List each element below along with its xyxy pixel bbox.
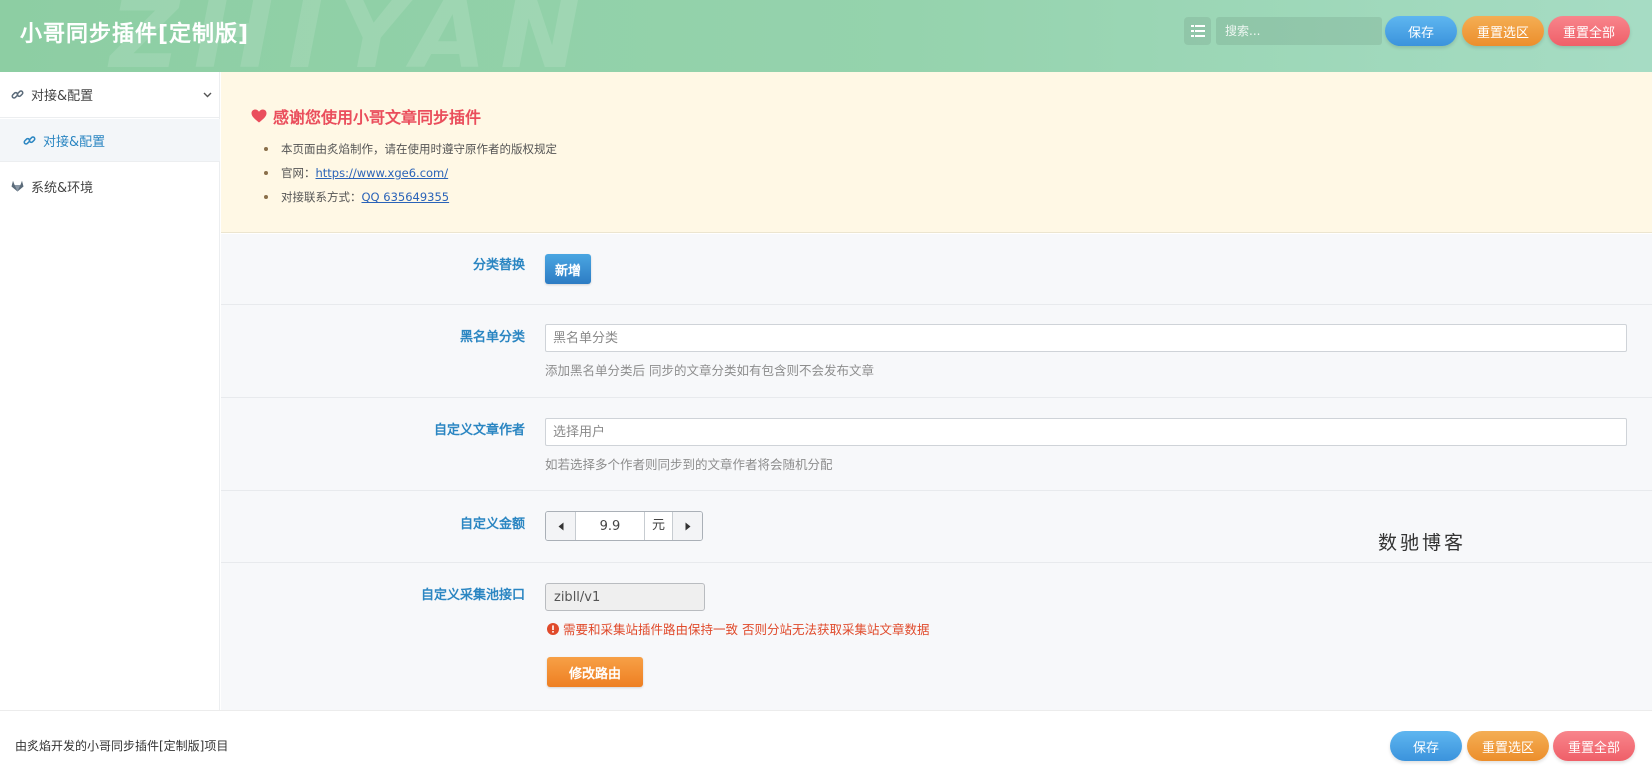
sidebar-subitem-integration[interactable]: 对接&配置 — [0, 119, 220, 162]
reset-section-button[interactable]: 重置选区 — [1462, 16, 1544, 46]
modify-route-button[interactable]: 修改路由 — [547, 657, 643, 687]
sidebar-item-label: 对接&配置 — [31, 89, 94, 104]
add-category-button[interactable]: 新增 — [545, 254, 591, 284]
gitlab-icon — [11, 180, 24, 192]
increment-button[interactable] — [673, 512, 702, 540]
form-row-blacklist: 黑名单分类 添加黑名单分类后 同步的文章分类如有包含则不会发布文章 — [221, 305, 1652, 398]
sidebar-item-integration[interactable]: 对接&配置 — [0, 72, 220, 118]
list-icon — [1190, 25, 1205, 37]
banner-website-label: 官网： — [281, 166, 316, 180]
footer-save-button[interactable]: 保存 — [1390, 731, 1462, 761]
reset-all-button[interactable]: 重置全部 — [1548, 16, 1630, 46]
amount-input[interactable] — [575, 512, 645, 540]
save-button[interactable]: 保存 — [1385, 16, 1457, 46]
blacklist-category-input[interactable] — [545, 324, 1627, 352]
website-link[interactable]: https://www.xge6.com/ — [316, 166, 449, 180]
banner-copyright-note: 本页面由炙焰制作，请在使用时遵守原作者的版权规定 — [281, 142, 557, 156]
collection-route-input[interactable] — [545, 583, 705, 611]
footer-credit: 由炙焰开发的小哥同步插件[定制版]项目 — [15, 739, 229, 753]
link-icon — [11, 88, 24, 101]
sidebar-item-label: 对接&配置 — [43, 134, 106, 150]
field-help: 如若选择多个作者则同步到的文章作者将会随机分配 — [545, 457, 833, 472]
list-item: 本页面由炙焰制作，请在使用时遵守原作者的版权规定 — [264, 137, 557, 161]
banner-contact-label: 对接联系方式： — [281, 190, 362, 204]
banner-list: 本页面由炙焰制作，请在使用时遵守原作者的版权规定 官网：https://www.… — [264, 137, 557, 209]
blog-watermark-text: 数驰博客 — [1378, 532, 1467, 554]
banner-title-text: 感谢您使用小哥文章同步插件 — [273, 108, 482, 127]
amount-stepper: 元 — [545, 511, 703, 541]
form-row-category-replace: 分类替换 新增 — [221, 234, 1652, 305]
qq-contact-link[interactable]: QQ 635649355 — [362, 190, 450, 204]
banner-title: 感谢您使用小哥文章同步插件 — [251, 104, 481, 128]
field-help: 添加黑名单分类后 同步的文章分类如有包含则不会发布文章 — [545, 363, 874, 378]
decrement-button[interactable] — [546, 512, 575, 540]
list-item: 官网：https://www.xge6.com/ — [264, 161, 557, 185]
form-row-author: 自定义文章作者 如若选择多个作者则同步到的文章作者将会随机分配 — [221, 398, 1652, 491]
field-label: 黑名单分类 — [459, 330, 525, 345]
search-input[interactable] — [1216, 17, 1382, 45]
sidebar-item-system[interactable]: 系统&环境 — [0, 163, 220, 209]
amount-unit: 元 — [645, 512, 673, 540]
sidebar-item-label: 系统&环境 — [31, 180, 94, 196]
footer-reset-all-button[interactable]: 重置全部 — [1553, 731, 1635, 761]
heart-icon — [251, 109, 267, 123]
header-bar: ZHIYAN 小哥同步插件[定制版] 保存 重置选区 重置全部 — [0, 0, 1652, 72]
field-label: 自定义文章作者 — [433, 423, 525, 438]
field-label: 自定义金额 — [459, 517, 525, 532]
page-title: 小哥同步插件[定制版] — [20, 22, 250, 47]
link-icon — [23, 134, 36, 147]
field-label: 自定义采集池接口 — [420, 588, 525, 603]
field-label: 分类替换 — [472, 258, 525, 273]
footer-reset-section-button[interactable]: 重置选区 — [1467, 731, 1549, 761]
sidebar: 对接&配置 对接&配置 系统&环境 — [0, 72, 220, 710]
expand-all-button[interactable] — [1184, 17, 1211, 45]
form-row-collection-pool: 自定义采集池接口 需要和采集站插件路由保持一致 否则分站无法获取采集站文章数据 … — [221, 563, 1652, 710]
footer-bar: 由炙焰开发的小哥同步插件[定制版]项目 保存 重置选区 重置全部 — [0, 710, 1652, 774]
chevron-down-icon — [203, 92, 212, 97]
route-warning-text: 需要和采集站插件路由保持一致 否则分站无法获取采集站文章数据 — [563, 622, 930, 637]
caret-right-icon — [685, 522, 690, 530]
route-warning: 需要和采集站插件路由保持一致 否则分站无法获取采集站文章数据 — [547, 619, 929, 638]
select-user-input[interactable] — [545, 418, 1627, 446]
info-circle-icon — [547, 622, 559, 635]
list-item: 对接联系方式：QQ 635649355 — [264, 185, 557, 209]
welcome-banner: 感谢您使用小哥文章同步插件 本页面由炙焰制作，请在使用时遵守原作者的版权规定 官… — [221, 72, 1652, 233]
caret-left-icon — [558, 522, 563, 530]
